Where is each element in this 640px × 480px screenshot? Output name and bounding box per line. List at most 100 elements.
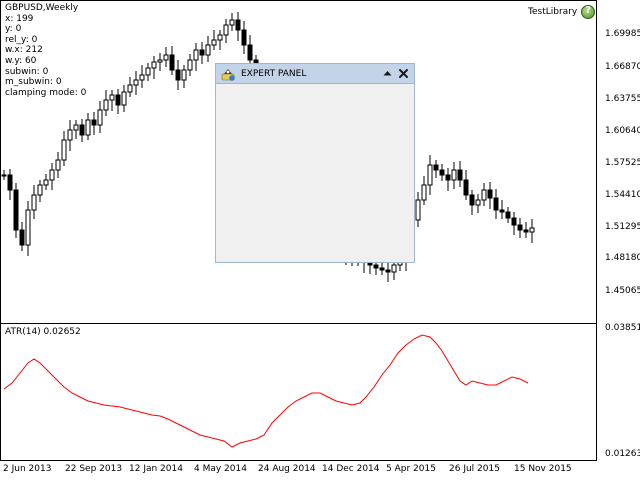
- expert-panel-title: EXPERT PANEL: [241, 68, 307, 79]
- info-line: subwin: 0: [5, 66, 49, 77]
- candlestick: [211, 30, 217, 50]
- date-axis-tick-label: 14 Dec 2014: [322, 464, 380, 474]
- info-line: rel_y: 0: [5, 34, 38, 45]
- candlestick: [91, 112, 97, 135]
- candlestick: [25, 201, 31, 256]
- candlestick: [205, 36, 211, 62]
- info-line: w.x: 212: [5, 45, 43, 56]
- price-axis-tick-label: 1.45065: [605, 286, 640, 296]
- candlestick: [181, 65, 187, 88]
- atr-indicator-label: ATR(14) 0.02652: [5, 327, 81, 337]
- candlestick: [115, 89, 121, 114]
- candlestick: [235, 12, 241, 41]
- candlestick: [193, 43, 199, 71]
- chart-info-block: GBPUSD,Weekly x: 199 y: 0 rel_y: 0 w.x: …: [5, 3, 86, 98]
- candlestick: [511, 212, 517, 235]
- chart-window[interactable]: 1.69985 1.66870 1.63755 1.60640 1.57525 1.544…: [0, 0, 640, 480]
- candlestick: [475, 194, 481, 213]
- price-axis-tick-label: 1.66870: [605, 62, 640, 72]
- candlestick: [457, 161, 463, 187]
- candlestick: [169, 46, 175, 75]
- info-line: m_subwin: 0: [5, 77, 62, 88]
- info-line: w.y: 60: [5, 55, 37, 66]
- date-axis-tick-label: 2 Jun 2013: [3, 464, 52, 474]
- candlestick: [523, 222, 529, 238]
- candlestick: [529, 219, 535, 243]
- candlestick: [43, 174, 49, 190]
- candlestick: [127, 77, 133, 97]
- atr-indicator-window[interactable]: [0, 323, 597, 460]
- info-line: y: 0: [5, 24, 22, 35]
- candlestick: [121, 85, 127, 112]
- candlestick: [499, 200, 505, 219]
- candlestick: [163, 47, 169, 67]
- candlestick: [487, 182, 493, 209]
- expert-panel[interactable]: EXPERT PANEL: [215, 63, 415, 263]
- price-axis-tick-label: 1.51295: [605, 222, 640, 232]
- candlestick: [445, 168, 451, 191]
- candlestick: [19, 222, 25, 251]
- info-line: x: 199: [5, 13, 34, 24]
- date-axis-tick-label: 22 Sep 2013: [65, 464, 123, 474]
- date-axis-tick-label: 12 Jan 2014: [129, 464, 183, 474]
- candlestick: [7, 169, 13, 200]
- date-axis-tick-label: 4 May 2014: [194, 464, 247, 474]
- info-line: clamping mode: 0: [5, 87, 87, 98]
- candlestick: [223, 19, 229, 43]
- candlestick: [73, 120, 79, 139]
- candlestick: [187, 54, 193, 76]
- date-axis-tick-label: 15 Nov 2015: [514, 464, 572, 474]
- date-axis-tick-label: 5 Apr 2015: [386, 464, 436, 474]
- candlestick: [217, 30, 223, 50]
- triangle-up-icon[interactable]: [381, 67, 394, 80]
- date-axis-tick-label: 26 Jul 2015: [449, 464, 500, 474]
- candlestick: [469, 190, 475, 215]
- candlestick: [421, 176, 427, 205]
- candlestick: [415, 192, 421, 227]
- candlestick: [199, 42, 205, 64]
- candlestick: [439, 164, 445, 181]
- price-axis-tick-label: 1.54410: [605, 190, 640, 200]
- price-axis-tick-label: 1.57525: [605, 158, 640, 168]
- candlestick: [493, 189, 499, 219]
- price-axis-tick-label: 1.69985: [605, 29, 640, 39]
- candlestick: [385, 261, 391, 282]
- price-axis-tick-label: 1.48180: [605, 253, 640, 263]
- close-icon[interactable]: [397, 67, 410, 80]
- candlestick: [241, 21, 247, 54]
- price-axis-tick-label: 1.60640: [605, 126, 640, 136]
- expert-panel-caption[interactable]: EXPERT PANEL: [216, 64, 414, 84]
- candlestick: [79, 119, 85, 142]
- candlestick: [61, 131, 67, 166]
- price-axis-tick-label: 1.63755: [605, 94, 640, 104]
- candlestick: [13, 183, 19, 238]
- atr-axis-tick-label: 0.03851: [605, 323, 640, 333]
- candlestick: [463, 170, 469, 200]
- candlestick: [31, 185, 37, 219]
- candlestick: [433, 160, 439, 178]
- candlestick: [145, 63, 151, 81]
- library-badge[interactable]: TestLibrary: [528, 5, 596, 19]
- candlestick: [1, 170, 7, 180]
- candlestick: [37, 180, 43, 202]
- atr-axis-tick-label: 0.01263: [605, 449, 640, 459]
- candlestick: [517, 218, 523, 238]
- date-axis-tick-label: 24 Aug 2014: [258, 464, 316, 474]
- help-icon[interactable]: [581, 5, 596, 19]
- candlestick: [427, 155, 433, 195]
- candlestick: [49, 163, 55, 190]
- candlestick: [133, 71, 139, 95]
- candlestick: [229, 13, 235, 31]
- candlestick: [55, 152, 61, 178]
- candlestick: [109, 90, 115, 111]
- candlestick: [85, 113, 91, 140]
- atr-line: [3, 334, 529, 448]
- candlestick: [505, 207, 511, 223]
- candlestick: [103, 90, 109, 116]
- candlestick: [451, 162, 457, 189]
- expert-advisor-icon: [221, 68, 235, 81]
- candlestick: [157, 53, 163, 71]
- candlestick: [139, 65, 145, 88]
- library-label: TestLibrary: [528, 7, 578, 17]
- symbol-period-label: GBPUSD,Weekly: [5, 3, 79, 13]
